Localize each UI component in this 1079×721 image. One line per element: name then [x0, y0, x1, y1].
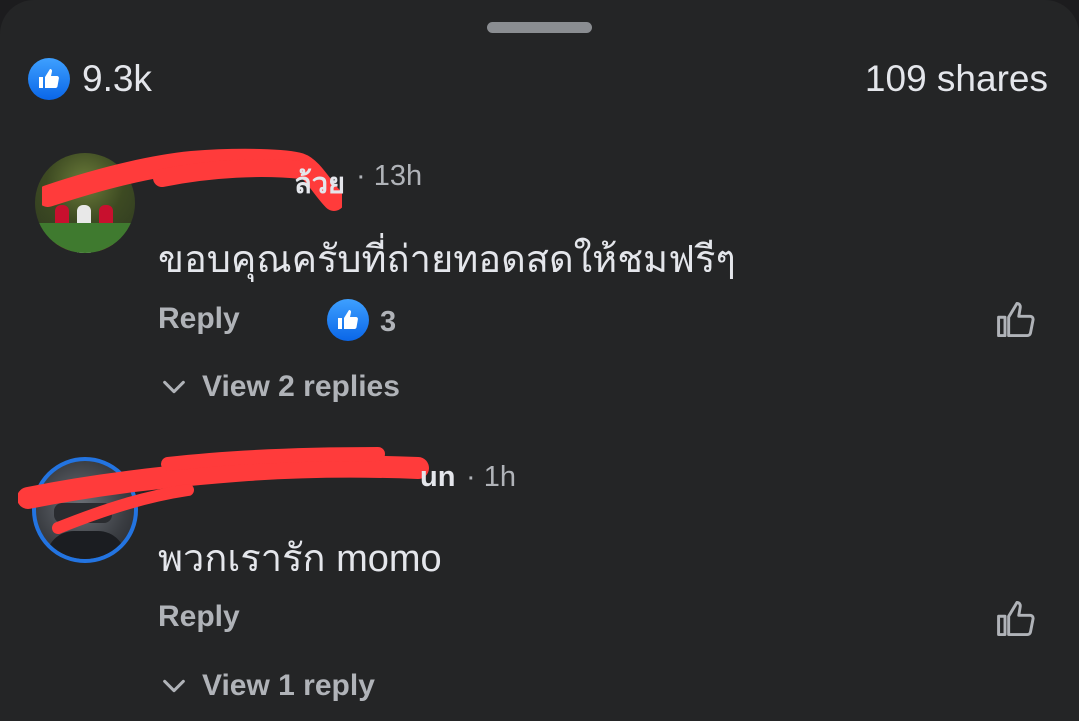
reply-button[interactable]: Reply	[158, 302, 240, 336]
comment-like-icon[interactable]	[327, 299, 369, 341]
comment-text: พวกเรารัก momo	[158, 538, 442, 580]
comment-text: ขอบคุณครับที่ถ่ายทอดสดให้ชมฟรีๆ	[158, 239, 736, 281]
shares-count[interactable]: 109 shares	[865, 58, 1048, 100]
drag-handle[interactable]	[487, 22, 592, 33]
view-replies-link[interactable]: View 2 replies	[160, 370, 400, 404]
commenter-name[interactable]: ล้วย	[294, 160, 345, 206]
comment-reaction-count[interactable]: 3	[380, 306, 396, 339]
view-replies-link[interactable]: View 1 reply	[160, 669, 375, 703]
avatar[interactable]	[32, 457, 138, 563]
chevron-down-icon	[163, 380, 185, 394]
like-reaction-icon	[28, 58, 70, 100]
comments-sheet: 9.3k 109 shares ล้วย · 13h ขอบคุณครับที่…	[0, 0, 1079, 721]
total-likes-count[interactable]: 9.3k	[82, 58, 152, 100]
commenter-name[interactable]: un	[420, 461, 455, 494]
like-button-icon[interactable]	[994, 298, 1038, 342]
like-button-icon[interactable]	[994, 597, 1038, 641]
chevron-down-icon	[163, 679, 185, 693]
comment-timestamp: · 1h	[466, 461, 516, 493]
reply-button[interactable]: Reply	[158, 600, 240, 634]
avatar[interactable]	[35, 153, 135, 253]
comment-timestamp: · 13h	[356, 160, 423, 192]
view-replies-label: View 2 replies	[202, 370, 400, 403]
view-replies-label: View 1 reply	[202, 669, 375, 702]
